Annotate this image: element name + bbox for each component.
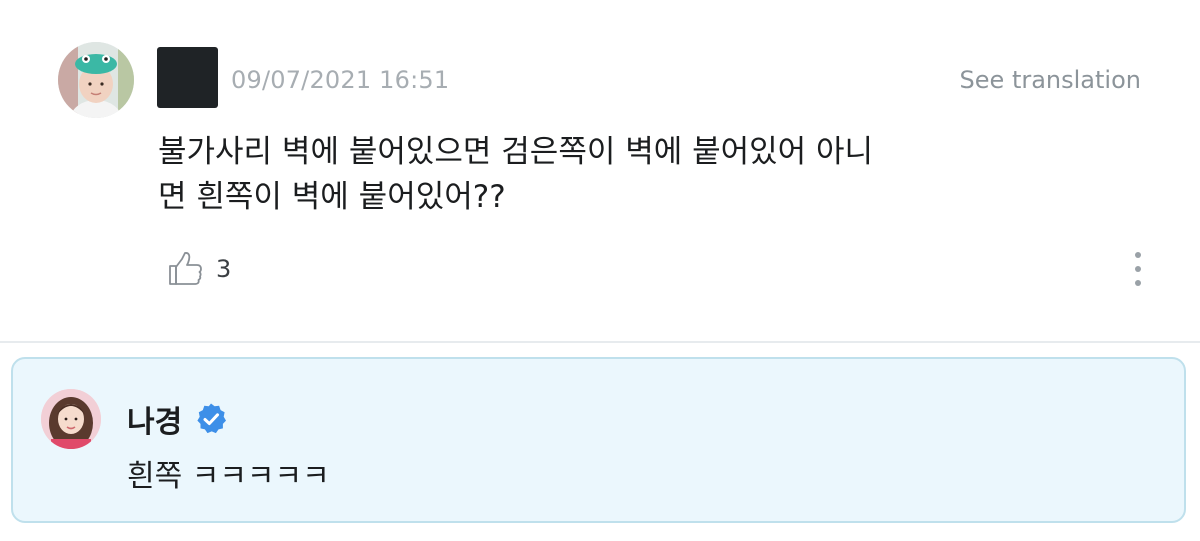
reply-author-row: 나경 — [127, 397, 228, 441]
see-translation-link[interactable]: See translation — [960, 66, 1141, 94]
reply-author-name[interactable]: 나경 — [127, 397, 182, 441]
commenter-avatar-image — [58, 42, 134, 118]
like-count: 3 — [216, 255, 232, 283]
commenter-avatar[interactable] — [58, 42, 134, 118]
more-options-button[interactable] — [1124, 248, 1152, 292]
comment-timestamp: 09/07/2021 16:51 — [231, 66, 450, 94]
comment-text-line-2: 면 흰쪽이 벽에 붙어있어?? — [158, 179, 506, 215]
reply-text: 흰쪽 ㅋㅋㅋㅋㅋ — [127, 459, 330, 494]
fan-comment: 09/07/2021 16:51 See translation 불가사리 벽에… — [0, 0, 1200, 343]
like-button[interactable]: 3 — [166, 249, 231, 289]
artist-reply: 나경 흰쪽 ㅋㅋㅋㅋㅋ — [11, 357, 1186, 523]
artist-avatar[interactable] — [41, 389, 101, 449]
verified-badge-icon — [197, 403, 227, 434]
comment-text: 불가사리 벽에 붙어있으면 검은쪽이 벽에 붙어있어 아니 면 흰쪽이 벽에 붙… — [158, 130, 1118, 220]
artist-avatar-image — [41, 389, 101, 449]
commenter-username-redacted[interactable] — [157, 47, 218, 108]
fan-community-thread: 09/07/2021 16:51 See translation 불가사리 벽에… — [0, 0, 1200, 541]
more-vertical-icon — [1135, 252, 1141, 286]
thumbs-up-icon — [169, 252, 202, 285]
comment-text-line-1: 불가사리 벽에 붙어있으면 검은쪽이 벽에 붙어있어 아니 — [158, 134, 874, 170]
section-divider — [0, 341, 1200, 343]
